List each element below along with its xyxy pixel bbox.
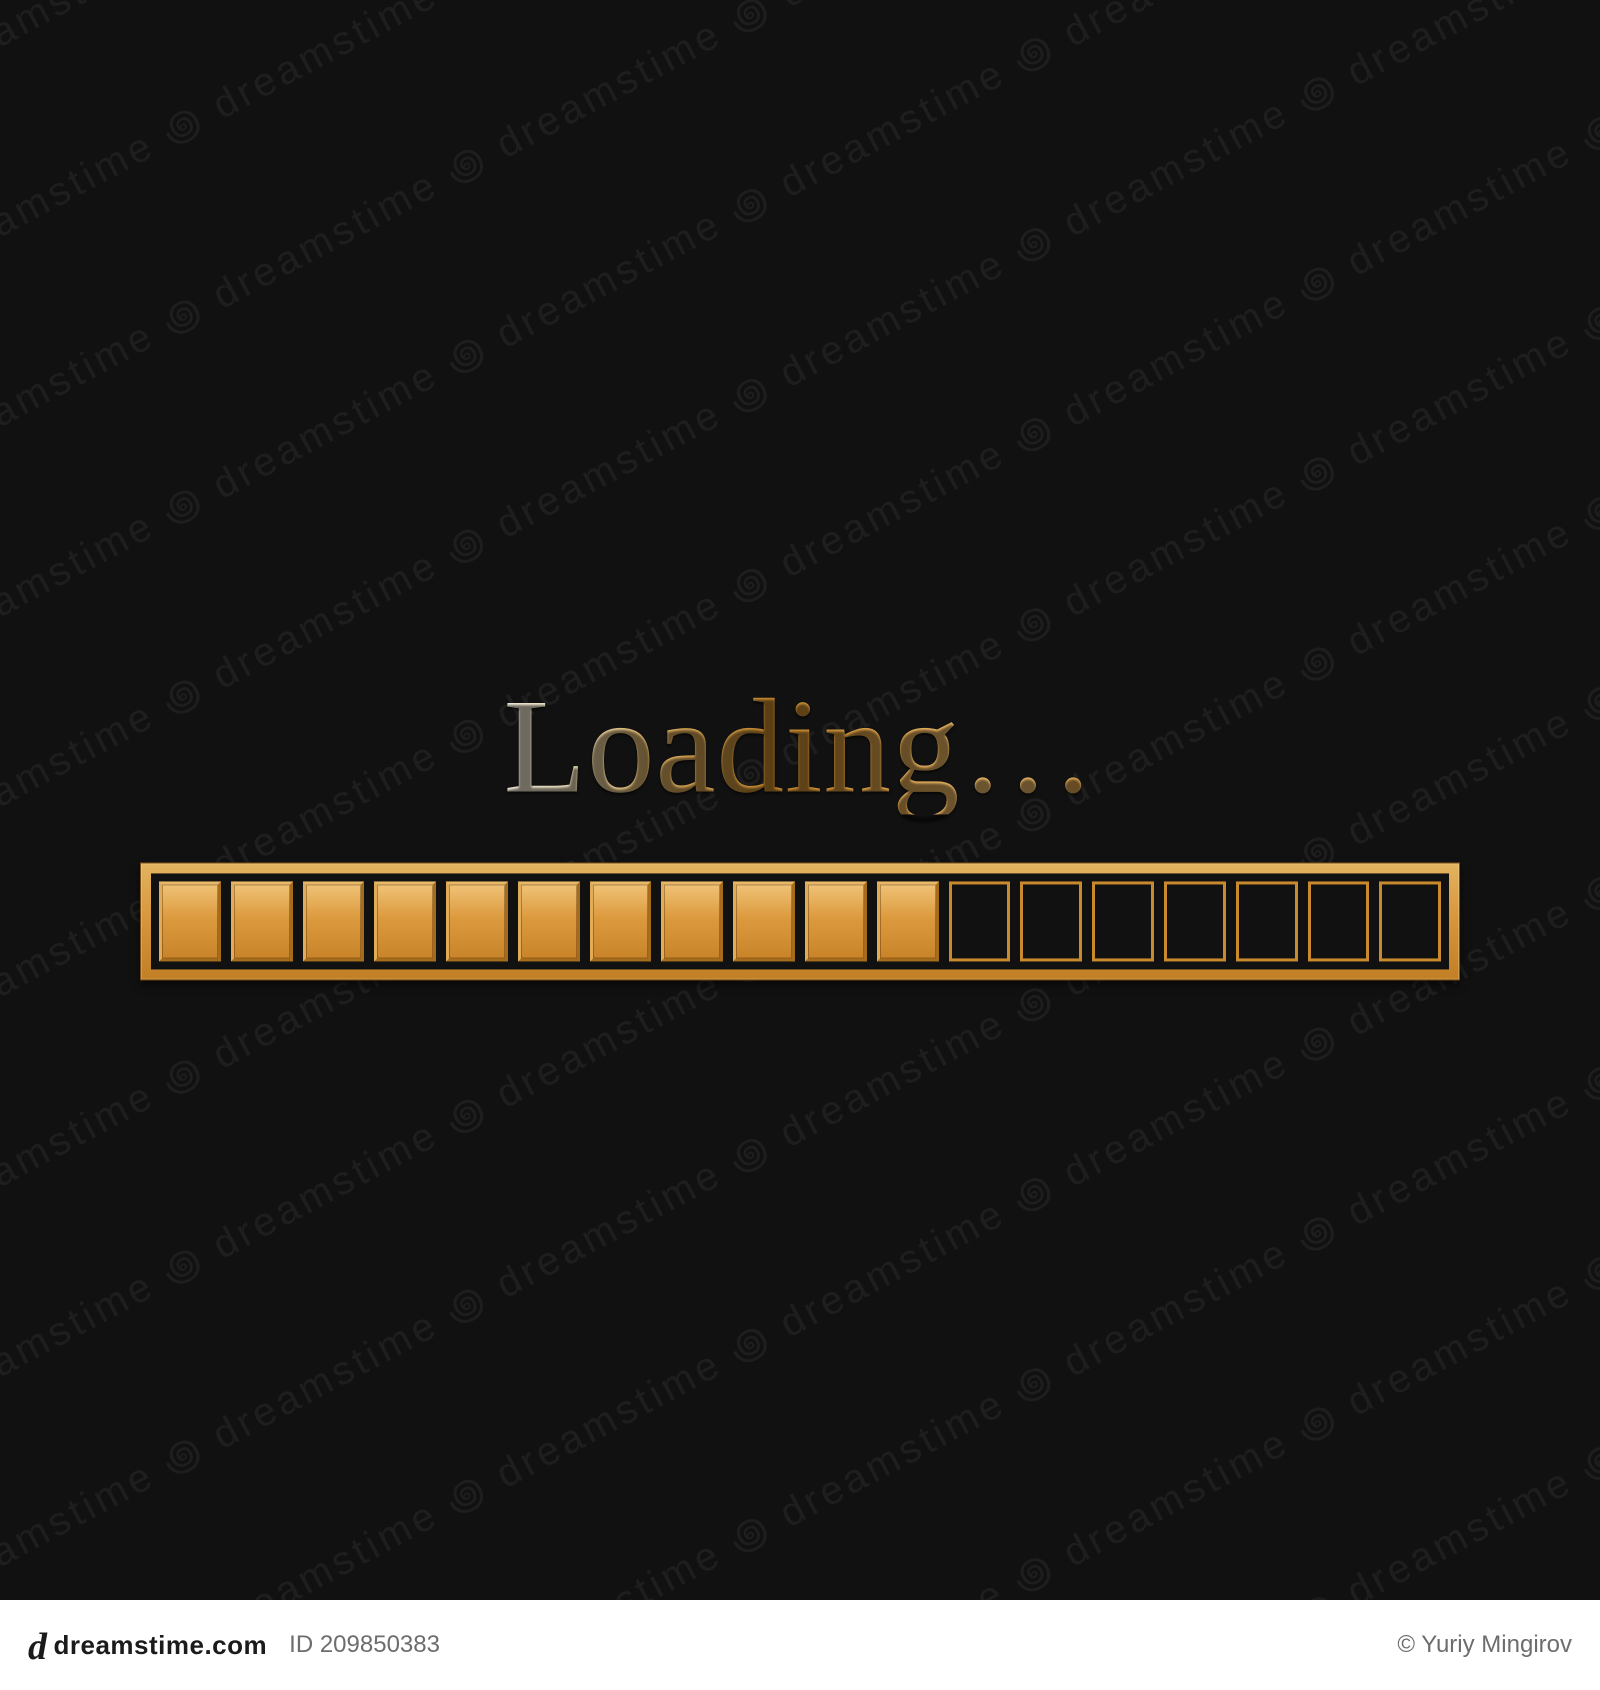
progress-segment-filled: [303, 881, 365, 961]
watermark-row: ꩜ dreamstime ꩜ dreamstime ꩜ dreamstime ꩜…: [0, 0, 1600, 612]
progress-segment-empty: [1308, 881, 1370, 961]
brand-logo: d dreamstime.com: [28, 1630, 267, 1661]
progress-segment-empty: [1164, 881, 1226, 961]
credit-label: © Yuriy Mingirov: [1397, 1631, 1572, 1659]
watermark-row: ꩜ dreamstime ꩜ dreamstime ꩜ dreamstime ꩜…: [0, 0, 1600, 232]
watermark-row: ꩜ dreamstime ꩜ dreamstime ꩜ dreamstime ꩜…: [0, 0, 1600, 1182]
brand-name: dreamstime.com: [54, 1630, 268, 1661]
progress-segment-empty: [1236, 881, 1298, 961]
progress-segment-filled: [159, 881, 221, 961]
progress-segment-empty: [949, 881, 1011, 961]
progress-segment-empty: [1379, 881, 1441, 961]
progress-segment-filled: [877, 881, 939, 961]
loading-card: Loading…: [140, 679, 1460, 980]
progress-segment-empty: [1092, 881, 1154, 961]
progress-segment-filled: [661, 881, 723, 961]
watermark-row: ꩜ dreamstime ꩜ dreamstime ꩜ dreamstime ꩜…: [0, 356, 1600, 1690]
progress-segment-filled: [805, 881, 867, 961]
watermark-row: ꩜ dreamstime ꩜ dreamstime ꩜ dreamstime ꩜…: [0, 926, 1600, 1690]
attribution-bar: d dreamstime.com ID 209850383 © Yuriy Mi…: [0, 1600, 1600, 1690]
progress-bar: [140, 862, 1460, 980]
progress-segment-filled: [518, 881, 580, 961]
progress-segment-filled: [374, 881, 436, 961]
loading-label: Loading…: [504, 679, 1097, 814]
progress-bar-track: [151, 873, 1449, 969]
progress-segment-filled: [231, 881, 293, 961]
progress-segment-filled: [446, 881, 508, 961]
progress-segment-filled: [733, 881, 795, 961]
progress-segment-empty: [1020, 881, 1082, 961]
watermark-row: ꩜ dreamstime ꩜ dreamstime ꩜ dreamstime ꩜…: [0, 0, 1600, 422]
image-id-label: ID 209850383: [289, 1631, 440, 1659]
progress-segment-filled: [590, 881, 652, 961]
watermark-row: ꩜ dreamstime ꩜ dreamstime ꩜ dreamstime ꩜…: [0, 0, 1600, 42]
